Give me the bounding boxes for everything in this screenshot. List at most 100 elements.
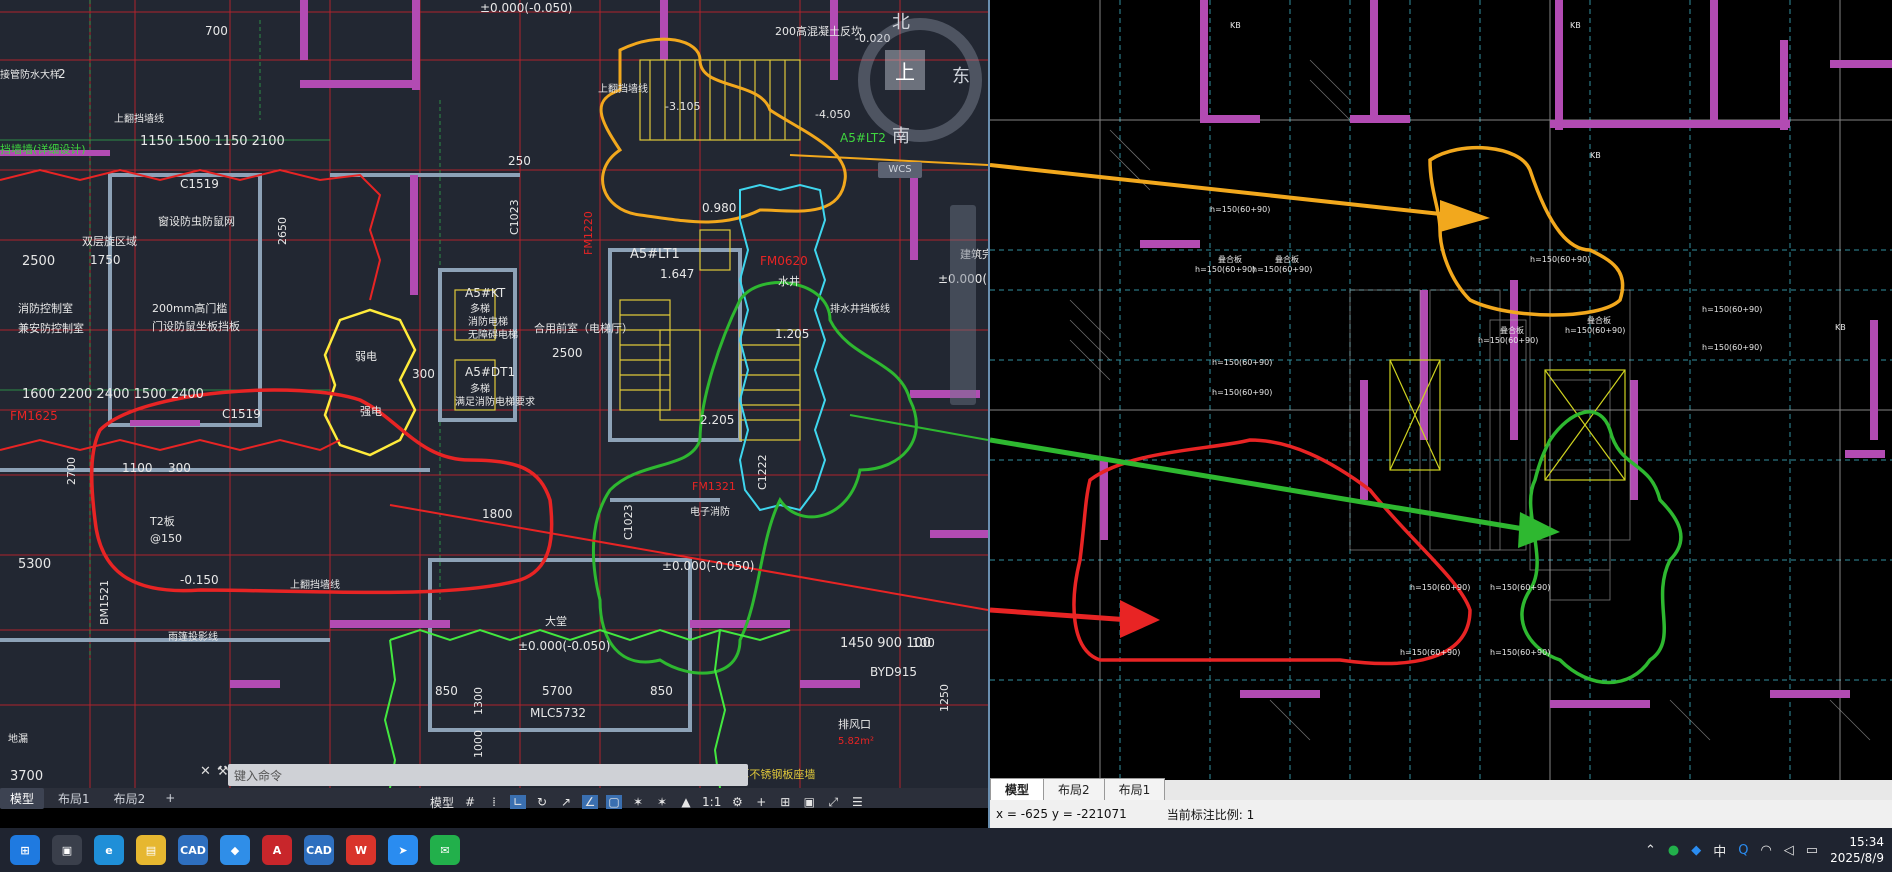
osnap-icon[interactable]: ↗	[558, 795, 574, 809]
wechat-icon[interactable]: ✉	[430, 835, 460, 865]
close-icon[interactable]: ✕	[200, 764, 211, 779]
volume-icon[interactable]: ◁	[1784, 843, 1794, 858]
svg-text:无障碍电梯: 无障碍电梯	[468, 328, 518, 341]
annotation-scale-icon[interactable]: ▲	[678, 795, 694, 809]
svg-text:C1023: C1023	[622, 504, 635, 540]
svg-text:上翻挡墙线: 上翻挡墙线	[598, 82, 648, 95]
svg-text:2650: 2650	[276, 217, 289, 245]
svg-text:弱电: 弱电	[355, 350, 377, 363]
autoscale-icon[interactable]: ✶	[654, 795, 670, 809]
svg-text:多梯: 多梯	[470, 382, 490, 395]
cad-app-1-icon[interactable]: CAD	[178, 835, 208, 865]
svg-text:合用前室（电梯厅）: 合用前室（电梯厅）	[534, 321, 633, 335]
isolate-icon[interactable]: ⊞	[777, 795, 793, 809]
task-view-icon[interactable]: ▣	[52, 835, 82, 865]
svg-text:@150: @150	[150, 532, 182, 545]
autocad-icon[interactable]: A	[262, 835, 292, 865]
svg-text:大堂: 大堂	[545, 614, 567, 628]
svg-text:-4.050: -4.050	[815, 108, 850, 121]
chevron-up-icon[interactable]: ⌃	[1645, 843, 1656, 858]
battery-icon[interactable]: ▭	[1806, 843, 1818, 858]
plus-icon[interactable]: +	[753, 795, 769, 809]
right-tab-layout2[interactable]: 布局2	[1043, 778, 1105, 800]
dingtalk-icon[interactable]: ➤	[388, 835, 418, 865]
svg-text:KB: KB	[1570, 21, 1581, 30]
cad-app-2-icon[interactable]: CAD	[304, 835, 334, 865]
wps-icon[interactable]: W	[346, 835, 376, 865]
scale-readout[interactable]: 1:1	[702, 795, 721, 809]
svg-text:上翻挡墙线: 上翻挡墙线	[290, 578, 340, 591]
svg-text:h=150(60+90): h=150(60+90)	[1490, 583, 1550, 592]
svg-text:叠合板: 叠合板	[1500, 325, 1524, 335]
edge-icon[interactable]: e	[94, 835, 124, 865]
svg-text:1000: 1000	[472, 730, 485, 758]
svg-text:300: 300	[412, 367, 435, 381]
hardware-icon[interactable]: ▣	[801, 795, 817, 809]
svg-text:h=150(60+90): h=150(60+90)	[1565, 326, 1625, 335]
annotation-visibility-icon[interactable]: ✶	[630, 795, 646, 809]
ortho-icon[interactable]: ∟	[510, 795, 527, 809]
gear-icon[interactable]: ⚙	[729, 795, 745, 809]
svg-text:-0.150: -0.150	[180, 573, 219, 587]
command-line-input[interactable]: 键入命令	[228, 764, 748, 786]
wechat-tray-icon[interactable]: ●	[1668, 843, 1679, 858]
svg-text:T2板: T2板	[149, 514, 175, 528]
clock[interactable]: 15:34 2025/8/9	[1830, 834, 1884, 866]
wifi-icon[interactable]: ◠	[1760, 843, 1771, 858]
tab-layout1[interactable]: 布局1	[48, 788, 100, 809]
feishu-icon[interactable]: ◆	[220, 835, 250, 865]
svg-text:1100: 1100	[122, 461, 153, 475]
dynucs-icon[interactable]: ▢	[606, 795, 623, 809]
right-tab-model[interactable]: 模型	[990, 778, 1045, 800]
svg-text:h=150(60+90): h=150(60+90)	[1252, 265, 1312, 274]
svg-text:850: 850	[650, 684, 673, 698]
wrench-icon[interactable]: ⚒	[217, 764, 229, 779]
status-model[interactable]: 模型	[430, 794, 454, 811]
coordinate-readout: x = -625 y = -221071	[996, 807, 1127, 821]
viewcube-face[interactable]: 上	[885, 50, 925, 90]
polar-icon[interactable]: ↻	[534, 795, 550, 809]
svg-text:±0.000(-0.050): ±0.000(-0.050)	[518, 639, 610, 653]
menu-icon[interactable]: ☰	[849, 795, 865, 809]
tab-layout2[interactable]: 布局2	[104, 788, 156, 809]
svg-text:电子消防: 电子消防	[690, 505, 730, 518]
fullscreen-icon[interactable]: ⤢	[825, 795, 841, 809]
add-layout-icon[interactable]: +	[159, 791, 181, 805]
svg-text:多梯: 多梯	[470, 302, 490, 315]
svg-text:兼安防控制室: 兼安防控制室	[18, 321, 84, 335]
file-explorer-icon[interactable]: ▤	[136, 835, 166, 865]
svg-text:FM1625: FM1625	[10, 409, 58, 423]
wcs-menu[interactable]: WCS	[878, 162, 922, 178]
viewcube-south[interactable]: 南	[892, 122, 910, 148]
right-cad-viewport[interactable]: 叠合板 h=150(60+90) 叠合板 h=150(60+90) h=150(…	[990, 0, 1892, 780]
right-tab-layout1[interactable]: 布局1	[1103, 778, 1166, 800]
otrack-icon[interactable]: ∠	[582, 795, 599, 809]
ime-indicator[interactable]: 中	[1713, 841, 1726, 860]
viewcube-east[interactable]: 东	[952, 62, 970, 88]
navigation-bar[interactable]	[950, 205, 976, 405]
svg-text:叠合板: 叠合板	[1218, 254, 1242, 264]
viewcube-north[interactable]: 北	[892, 8, 910, 34]
orange-cloud-markup	[599, 37, 847, 224]
snap-icon[interactable]: ⁞	[486, 795, 502, 809]
app-tray-icon[interactable]: Q	[1738, 843, 1748, 858]
svg-text:h=150(60+90): h=150(60+90)	[1210, 205, 1270, 214]
right-layout-tabs: 模型 布局2 布局1	[990, 778, 1892, 800]
svg-text:叠合板: 叠合板	[1587, 315, 1611, 325]
svg-text:3700: 3700	[10, 769, 43, 784]
taskbar-apps: ⊞ ▣ e ▤ CAD ◆ A CAD W ➤ ✉	[0, 835, 466, 865]
left-cad-viewport[interactable]: ±0.000(-0.050) 700 200高混凝土反坎 -0.020 接管防水…	[0, 0, 988, 788]
start-icon[interactable]: ⊞	[10, 835, 40, 865]
svg-text:2500: 2500	[552, 346, 583, 360]
svg-text:0.980: 0.980	[702, 201, 736, 215]
dingtalk-tray-icon[interactable]: ◆	[1691, 843, 1701, 858]
svg-text:h=150(60+90): h=150(60+90)	[1212, 358, 1272, 367]
svg-text:KB: KB	[1230, 21, 1241, 30]
grid-icon[interactable]: #	[462, 795, 478, 809]
svg-text:雨篷投影线: 雨篷投影线	[168, 630, 218, 643]
svg-text:2.205: 2.205	[700, 413, 734, 427]
right-cad-drawing: 叠合板 h=150(60+90) 叠合板 h=150(60+90) h=150(…	[990, 0, 1892, 780]
svg-text:h=150(60+90): h=150(60+90)	[1212, 388, 1272, 397]
svg-text:A5#LT1: A5#LT1	[630, 247, 680, 262]
tab-model[interactable]: 模型	[0, 787, 45, 809]
